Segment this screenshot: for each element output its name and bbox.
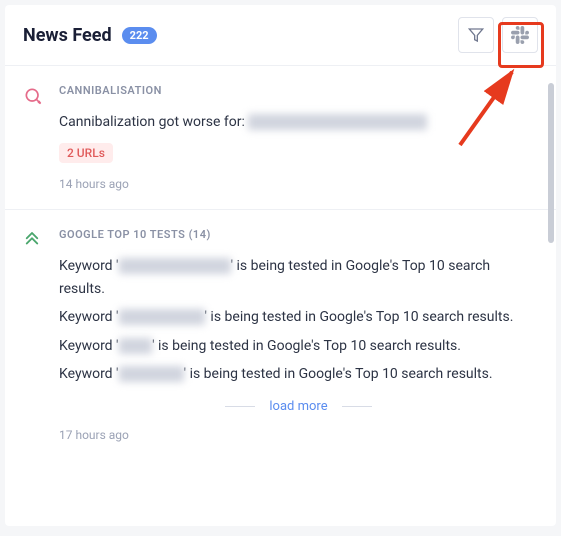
load-more-label: load more [269, 399, 327, 414]
timestamp: 14 hours ago [59, 177, 538, 191]
line-prefix: Keyword ' [59, 258, 119, 274]
feed-line: Cannibalization got worse for: indexing … [59, 111, 538, 133]
blurred-text: indexing in digital marketing [248, 114, 427, 130]
blurred-text: customer journey [119, 258, 231, 274]
line-suffix: ' is being tested in Google's Top 10 sea… [184, 366, 493, 382]
slack-icon [511, 26, 529, 44]
feed-line: Keyword 'web crawlers' is being tested i… [59, 306, 538, 328]
slack-button[interactable] [502, 17, 538, 53]
filter-icon [468, 27, 484, 43]
line-suffix: ' is being tested in Google's Top 10 sea… [205, 309, 514, 325]
divider [342, 406, 372, 407]
feed-item: CANNIBALISATION Cannibalization got wors… [5, 65, 556, 209]
line-prefix: Cannibalization got worse for: [59, 114, 248, 130]
line-suffix: ' is being tested in Google's Top 10 sea… [152, 338, 461, 354]
category-label: CANNIBALISATION [59, 84, 538, 97]
line-prefix: Keyword ' [59, 309, 119, 325]
feed-item: GOOGLE TOP 10 TESTS (14) Keyword 'custom… [5, 209, 556, 460]
blurred-text: talcy [119, 338, 153, 354]
cannibalisation-icon [23, 84, 45, 191]
feed-line: Keyword 'customer journey' is being test… [59, 255, 538, 300]
count-badge: 222 [122, 27, 157, 44]
header: News Feed 222 [5, 5, 556, 65]
load-more[interactable]: load more [59, 399, 538, 414]
google-tests-icon [23, 228, 45, 442]
blurred-text: web crawlers [119, 309, 205, 325]
feed-line: Keyword 'page rank' is being tested in G… [59, 363, 538, 385]
filter-button[interactable] [458, 17, 494, 53]
feed-line: Keyword 'talcy' is being tested in Googl… [59, 335, 538, 357]
category-label: GOOGLE TOP 10 TESTS (14) [59, 228, 538, 241]
url-count-badge[interactable]: 2 URLs [59, 143, 113, 163]
scrollbar[interactable] [548, 83, 554, 243]
timestamp: 17 hours ago [59, 428, 538, 442]
page-title: News Feed [23, 25, 112, 46]
line-prefix: Keyword ' [59, 338, 119, 354]
line-prefix: Keyword ' [59, 366, 119, 382]
blurred-text: page rank [119, 366, 184, 382]
divider [225, 406, 255, 407]
